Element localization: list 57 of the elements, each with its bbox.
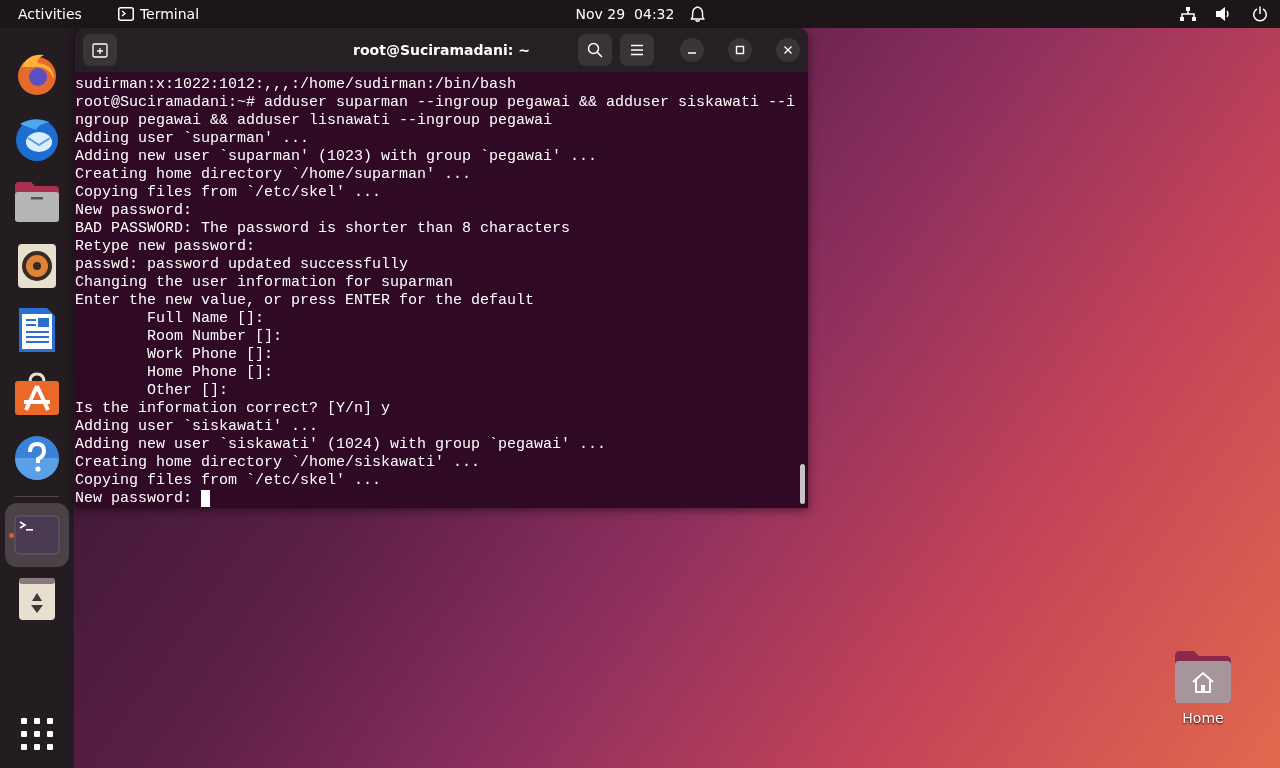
terminal-line: Creating home directory `/home/suparman' ... xyxy=(75,166,472,184)
terminal-line: Adding new user `siskawati' (1024) with group `pegawai' ... xyxy=(75,436,607,454)
power-icon[interactable] xyxy=(1252,6,1268,22)
app-menu[interactable]: Terminal xyxy=(139,6,200,22)
new-tab-button[interactable] xyxy=(83,34,117,66)
activities-button[interactable]: Activities xyxy=(18,6,82,22)
terminal-line: passwd: password updated successfully xyxy=(75,256,409,274)
terminal-line: New password: xyxy=(75,202,193,220)
terminal-line: Adding user `suparman' ... xyxy=(75,130,310,148)
terminal-line: ngroup pegawai && adduser lisnawati --ingroup pegawai xyxy=(75,112,553,130)
terminal-icon xyxy=(14,515,60,555)
search-button[interactable] xyxy=(578,34,612,66)
minimize-button[interactable] xyxy=(680,38,704,62)
help-icon xyxy=(14,435,60,481)
shopping-bag-icon xyxy=(14,372,60,416)
search-icon xyxy=(587,42,603,58)
minimize-icon xyxy=(688,52,696,54)
app-grid-icon[interactable] xyxy=(21,718,53,750)
terminal-line: Room Number []: xyxy=(146,328,283,346)
volume-icon[interactable] xyxy=(1216,7,1232,21)
window-title: root@Suciramadani: ~ xyxy=(353,42,530,58)
new-tab-icon xyxy=(92,42,108,58)
terminal-line: Full Name []: xyxy=(146,310,265,328)
text-cursor xyxy=(201,490,211,507)
menu-icon xyxy=(630,44,644,56)
terminal-line: Home Phone []: xyxy=(146,364,274,382)
home-folder-icon[interactable] xyxy=(1174,650,1232,704)
trash-icon xyxy=(18,577,56,621)
terminal-line: Work Phone []: xyxy=(146,346,274,364)
terminal-line: Enter the new value, or press ENTER for the default xyxy=(75,292,535,310)
network-icon[interactable] xyxy=(1180,7,1196,21)
terminal-line: Copying files from `/etc/skel' ... xyxy=(75,184,382,202)
terminal-icon xyxy=(117,7,134,21)
folder-icon xyxy=(13,180,61,224)
terminal-line: Is the information correct? [Y/n] y xyxy=(75,400,391,418)
close-button[interactable] xyxy=(776,38,800,62)
terminal-line: root@Suciramadani:~# adduser suparman --ingroup pegawai && adduser siskawati --i xyxy=(75,94,796,112)
menu-button[interactable] xyxy=(620,34,654,66)
document-icon xyxy=(17,306,57,354)
desktop-icon-label: Home xyxy=(1182,710,1224,726)
terminal-line: BAD PASSWORD: The password is shorter than 8 characters xyxy=(75,220,571,238)
maximize-button[interactable] xyxy=(728,38,752,62)
terminal-line: Retype new password: xyxy=(75,238,256,256)
terminal-line: Copying files from `/etc/skel' ... xyxy=(75,472,382,490)
terminal-line: Other []: xyxy=(146,382,229,400)
bell-icon[interactable] xyxy=(690,6,705,22)
terminal-line: sudirman:x:1022:1012:,,,:/home/sudirman:/bin/bash xyxy=(75,76,517,94)
terminal-line: New password: xyxy=(75,490,194,508)
close-icon xyxy=(783,45,793,55)
terminal-line: Changing the user information for suparman xyxy=(75,274,454,292)
scrollbar-thumb[interactable] xyxy=(800,464,805,504)
clock[interactable]: Nov 29 04:32 xyxy=(575,6,675,22)
terminal-line: Adding new user `suparman' (1023) with group `pegawai' ... xyxy=(75,148,598,166)
terminal-line: Adding user `siskawati' ... xyxy=(75,418,319,436)
maximize-icon xyxy=(735,45,745,55)
terminal-line: Creating home directory `/home/siskawati' ... xyxy=(75,454,481,472)
speaker-icon xyxy=(17,243,57,289)
